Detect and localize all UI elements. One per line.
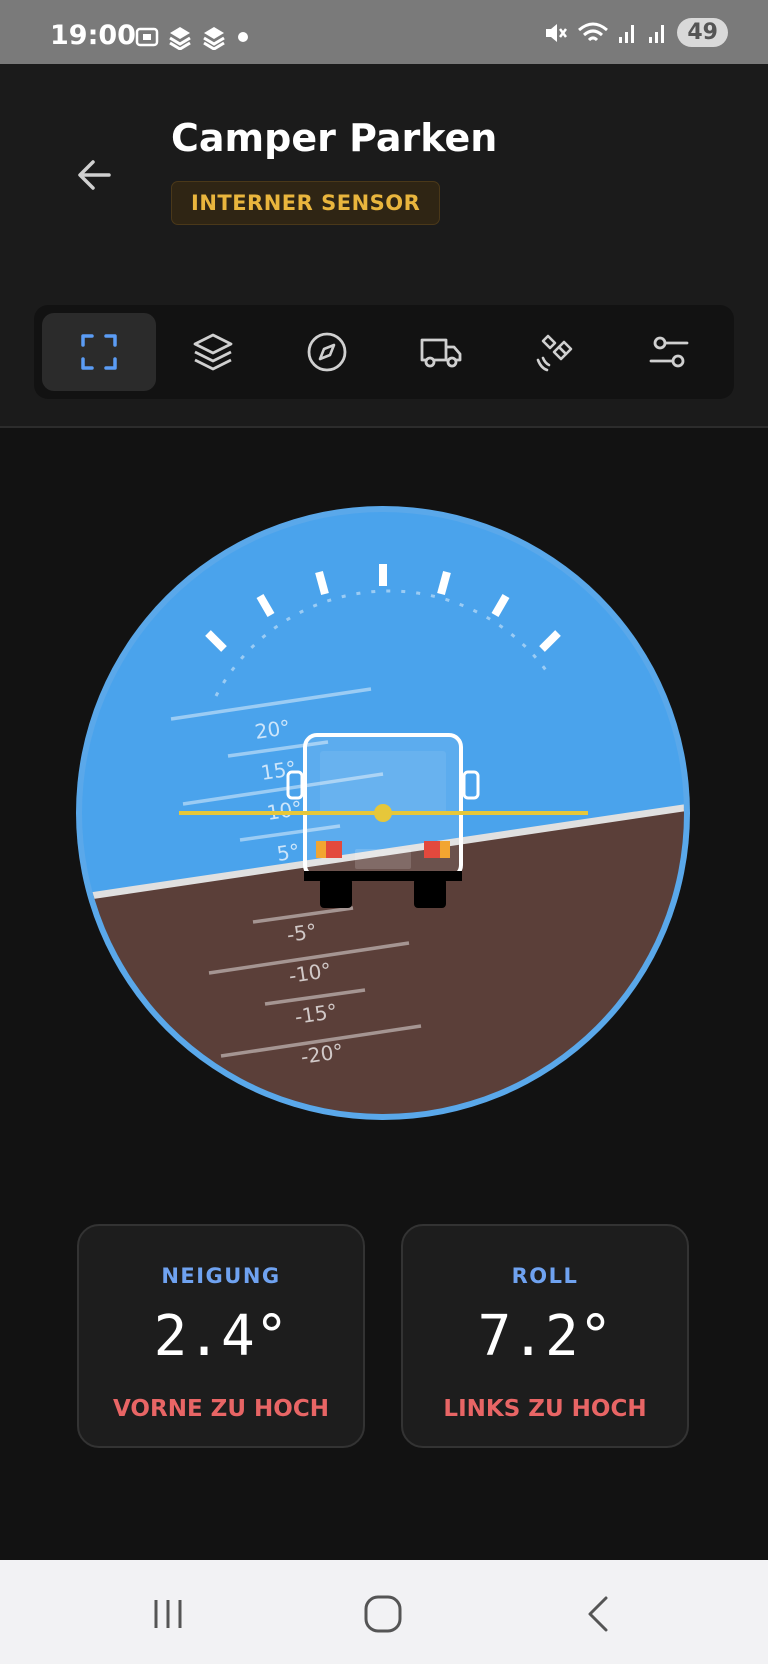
roll-label: ROLL xyxy=(511,1264,579,1288)
home-button[interactable] xyxy=(353,1586,413,1642)
back-icon xyxy=(588,1596,608,1632)
status-icons-left xyxy=(134,22,252,52)
roll-value: 7.2° xyxy=(477,1304,613,1369)
satellite-icon xyxy=(536,334,573,372)
sliders-icon xyxy=(649,336,689,368)
back-button[interactable] xyxy=(68,148,122,202)
tool-truck[interactable] xyxy=(384,313,498,391)
system-nav-bar xyxy=(0,1560,768,1664)
pitch-label: NEIGUNG xyxy=(161,1264,281,1288)
recent-apps-button[interactable] xyxy=(138,1586,198,1642)
status-icons-right: 49 xyxy=(543,18,728,47)
tool-frame[interactable] xyxy=(42,313,156,391)
app-icon xyxy=(169,27,191,50)
layers-icon xyxy=(193,333,233,371)
toolbar-section xyxy=(0,278,768,428)
screenshot-icon xyxy=(135,27,159,47)
compass-icon xyxy=(307,332,347,372)
app-icon xyxy=(203,27,225,50)
tool-compass[interactable] xyxy=(270,313,384,391)
battery-level: 49 xyxy=(677,18,728,47)
pitch-label: 5° xyxy=(275,839,301,866)
center-dot xyxy=(374,804,392,822)
dot-icon xyxy=(238,32,248,42)
frame-icon xyxy=(81,334,117,370)
status-bar: 19:00 49 xyxy=(0,0,768,64)
pitch-label: -5° xyxy=(285,919,318,947)
recent-apps-icon xyxy=(154,1600,182,1628)
arrow-left-icon xyxy=(78,160,111,190)
roll-card: ROLL 7.2° LINKS ZU HOCH xyxy=(401,1224,689,1448)
nav-back-button[interactable] xyxy=(569,1586,629,1642)
pitch-status: VORNE ZU HOCH xyxy=(113,1396,329,1422)
status-time: 19:00 xyxy=(50,20,136,51)
app-header: Camper Parken INTERNER SENSOR xyxy=(0,64,768,280)
tool-satellite[interactable] xyxy=(498,313,612,391)
wifi-icon xyxy=(578,22,609,41)
mute-icon xyxy=(546,23,568,42)
inclinometer-gauge: 20° 15° 10° 5° -5° -10° -15° -20° xyxy=(76,506,690,1120)
tool-settings[interactable] xyxy=(612,313,726,391)
tool-layers[interactable] xyxy=(156,313,270,391)
page-title: Camper Parken xyxy=(171,116,498,160)
pitch-value: 2.4° xyxy=(153,1304,289,1369)
roll-status: LINKS ZU HOCH xyxy=(443,1396,647,1422)
signal-icon xyxy=(619,24,635,43)
mode-toolbar xyxy=(34,305,734,399)
pitch-card: NEIGUNG 2.4° VORNE ZU HOCH xyxy=(77,1224,365,1448)
home-icon xyxy=(364,1595,402,1633)
truck-icon xyxy=(420,338,462,368)
signal-icon xyxy=(649,24,665,43)
sensor-badge: INTERNER SENSOR xyxy=(171,181,441,225)
